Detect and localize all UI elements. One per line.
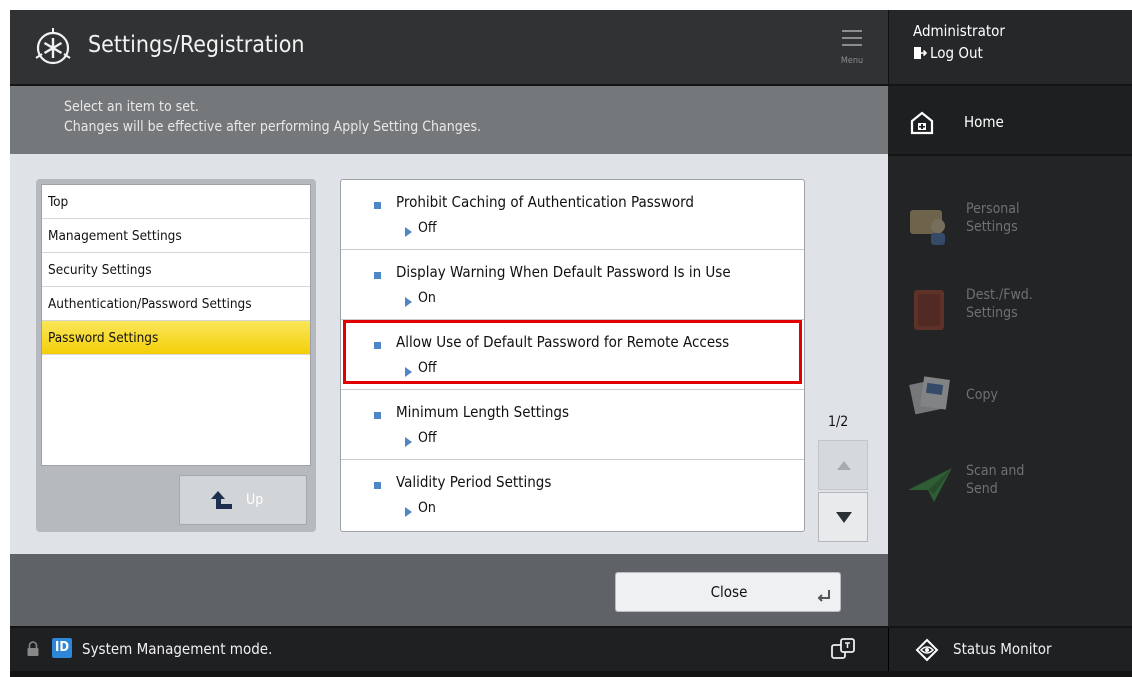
setting-name: Validity Period Settings	[396, 473, 552, 491]
up-label: Up	[246, 492, 264, 508]
switch-language-icon[interactable]	[830, 636, 856, 662]
setting-value: On	[418, 290, 436, 306]
scan-and-send-label: Scan and Send	[966, 463, 1025, 497]
setting-minimum-length[interactable]: Minimum Length Settings Off	[341, 390, 804, 460]
arrow-up-icon	[837, 461, 851, 470]
menu-button[interactable]: Menu	[822, 18, 882, 78]
user-name: Administrator	[913, 22, 1005, 40]
hamburger-icon	[842, 30, 862, 51]
tree-item-security-settings[interactable]: Security Settings	[42, 253, 310, 287]
bullet-icon	[374, 202, 381, 209]
setting-value: Off	[418, 220, 437, 236]
dest-fwd-settings-button[interactable]: Dest./Fwd. Settings	[888, 276, 1132, 346]
home-icon	[910, 111, 934, 135]
bottom-bar: Close	[10, 554, 888, 626]
setting-name: Minimum Length Settings	[396, 403, 569, 421]
dest-fwd-settings-label: Dest./Fwd. Settings	[966, 287, 1033, 321]
id-badge: ID	[52, 638, 72, 658]
status-message: System Management mode.	[82, 640, 273, 658]
instruction-line-1: Select an item to set.	[64, 99, 199, 115]
main-panel: Top Management Settings Security Setting…	[10, 154, 888, 554]
menu-label: Menu	[840, 56, 864, 66]
arrow-down-icon	[836, 512, 852, 523]
address-book-icon	[914, 290, 944, 330]
home-button[interactable]: Home	[888, 86, 1132, 154]
scan-send-icon	[908, 468, 952, 502]
bullet-icon	[374, 272, 381, 279]
setting-prohibit-caching[interactable]: Prohibit Caching of Authentication Passw…	[341, 180, 804, 250]
highlight-box	[343, 320, 802, 384]
close-label: Close	[710, 583, 748, 601]
setting-display-warning[interactable]: Display Warning When Default Password Is…	[341, 250, 804, 320]
tree-item-top[interactable]: Top	[42, 185, 310, 219]
settings-tree-panel: Top Management Settings Security Setting…	[36, 179, 316, 532]
personal-settings-button[interactable]: Personal Settings	[888, 190, 1132, 260]
title-bar: Settings/Registration Menu	[10, 10, 888, 84]
settings-list: Prohibit Caching of Authentication Passw…	[340, 179, 805, 532]
settings-asterisk-icon	[35, 28, 71, 65]
status-monitor-icon	[915, 638, 939, 662]
page-indicator: 1/2	[828, 414, 849, 430]
logout-label: Log Out	[930, 44, 983, 62]
personal-settings-icon	[910, 210, 945, 245]
logout-button[interactable]: Log Out	[913, 44, 983, 62]
home-label: Home	[964, 113, 1004, 131]
close-button[interactable]: Close	[615, 572, 841, 612]
page-up-button[interactable]	[818, 440, 868, 490]
up-button[interactable]: Up	[179, 475, 307, 525]
tree-item-authentication-password-settings[interactable]: Authentication/Password Settings	[42, 287, 310, 321]
copy-label: Copy	[966, 387, 998, 403]
setting-name: Prohibit Caching of Authentication Passw…	[396, 193, 694, 211]
value-arrow-icon	[405, 297, 412, 307]
copy-button[interactable]: Copy	[888, 362, 1132, 432]
tree-item-management-settings[interactable]: Management Settings	[42, 219, 310, 253]
tree-item-password-settings[interactable]: Password Settings	[42, 321, 310, 355]
device-screen: Settings/Registration Menu Administrator…	[10, 10, 1132, 677]
app-shortcuts: Personal Settings Dest./Fwd. Settings Copy…	[888, 156, 1132, 626]
value-arrow-icon	[405, 437, 412, 447]
setting-value: Off	[418, 430, 437, 446]
value-arrow-icon	[405, 507, 412, 517]
personal-settings-label: Personal Settings	[966, 201, 1020, 235]
value-arrow-icon	[405, 227, 412, 237]
setting-validity-period[interactable]: Validity Period Settings On	[341, 460, 804, 530]
settings-tree: Top Management Settings Security Setting…	[41, 184, 311, 466]
account-panel: Administrator Log Out	[888, 10, 1132, 84]
status-bar: ID System Management mode.	[10, 628, 888, 671]
return-icon	[817, 590, 830, 602]
scan-and-send-button[interactable]: Scan and Send	[888, 452, 1132, 522]
bullet-icon	[374, 482, 381, 489]
lock-icon	[27, 641, 39, 656]
instruction-line-2: Changes will be effective after performi…	[64, 119, 482, 135]
bullet-icon	[374, 412, 381, 419]
instruction-banner: Select an item to set. Changes will be e…	[10, 86, 888, 154]
setting-value: On	[418, 500, 436, 516]
logout-icon	[914, 47, 927, 59]
setting-name: Display Warning When Default Password Is…	[396, 263, 731, 281]
status-monitor-label: Status Monitor	[953, 640, 1052, 658]
page-title: Settings/Registration	[88, 32, 305, 58]
status-monitor-button[interactable]: Status Monitor	[888, 628, 1132, 671]
page-down-button[interactable]	[818, 492, 868, 542]
copy-icon	[909, 376, 950, 415]
up-arrow-icon	[211, 491, 232, 509]
